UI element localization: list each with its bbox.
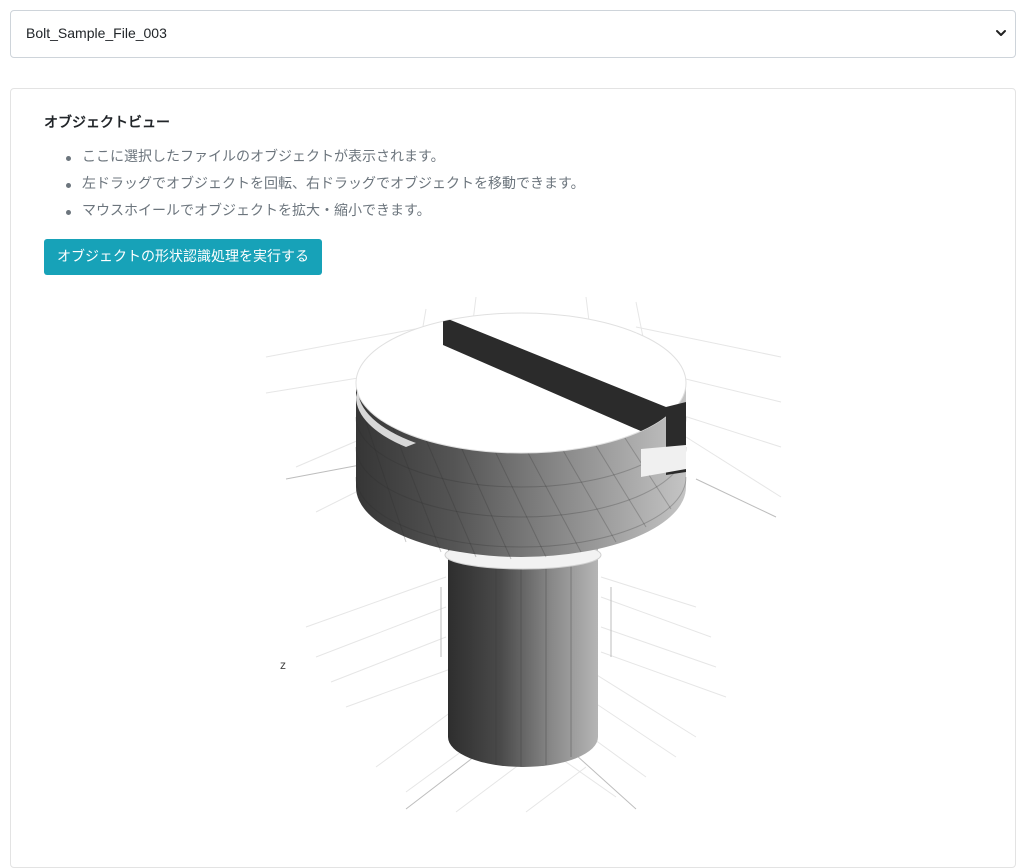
object-view-title: オブジェクトビュー [44, 115, 170, 131]
help-item: マウスホイールでオブジェクトを拡大・縮小できます。 [66, 198, 585, 225]
run-shape-recognition-button[interactable]: オブジェクトの形状認識処理を実行する [44, 239, 322, 275]
file-select-value: Bolt_Sample_File_003 [26, 25, 167, 41]
object-3d-viewer[interactable]: z y x [256, 297, 786, 827]
bolt-shaft [444, 540, 602, 767]
help-list: ここに選択したファイルのオブジェクトが表示されます。 左ドラッグでオブジェクトを… [44, 144, 585, 225]
help-item: 左ドラッグでオブジェクトを回転、右ドラッグでオブジェクトを移動できます。 [66, 171, 585, 198]
bolt-head [355, 312, 687, 560]
object-view-card: オブジェクトビュー ここに選択したファイルのオブジェクトが表示されます。 左ドラ… [10, 88, 1016, 868]
chevron-down-icon [996, 30, 1006, 36]
file-select[interactable]: Bolt_Sample_File_003 [10, 10, 1016, 58]
help-item: ここに選択したファイルのオブジェクトが表示されます。 [66, 144, 585, 171]
z-axis-label: z [280, 658, 286, 672]
